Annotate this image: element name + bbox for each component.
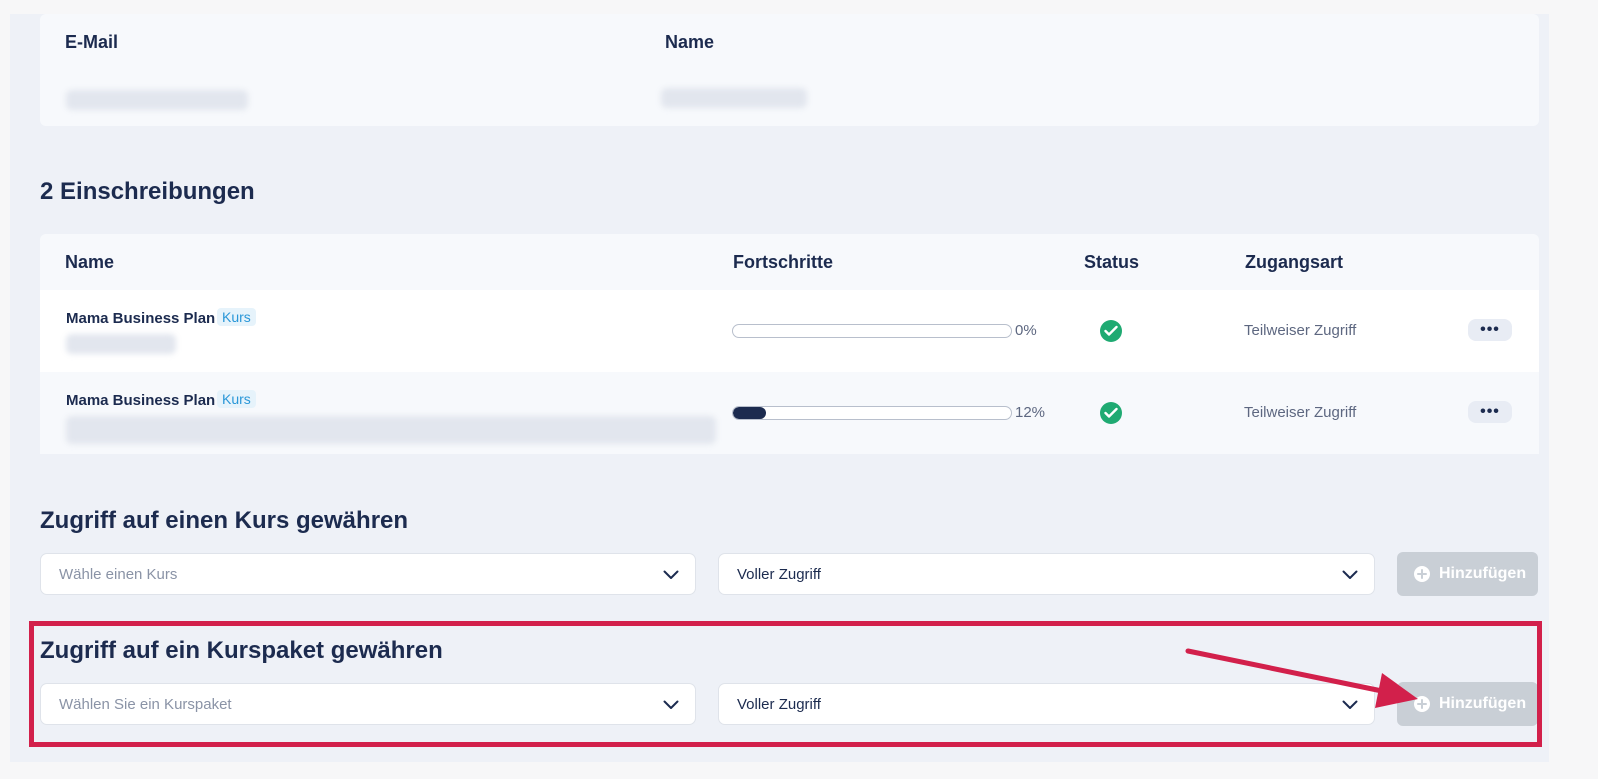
- annotation-arrow-icon: [1185, 648, 1418, 708]
